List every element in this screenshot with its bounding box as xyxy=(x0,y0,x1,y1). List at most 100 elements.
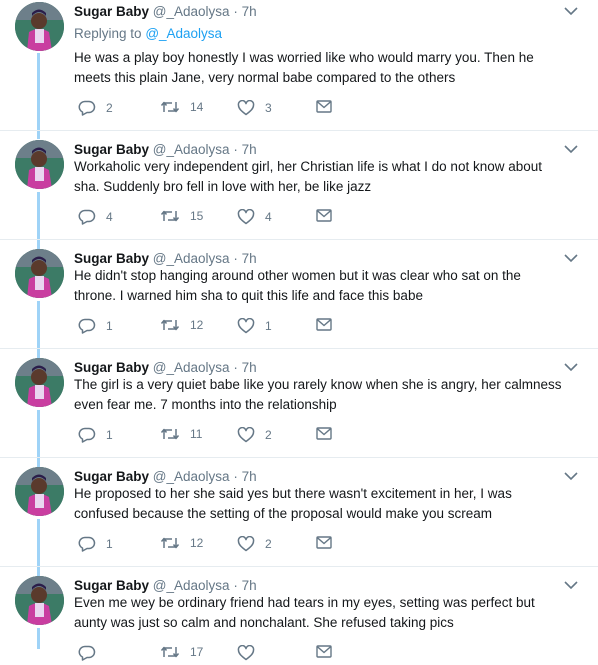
tweet-actions: 1 12 1 xyxy=(74,318,374,338)
chevron-down-icon[interactable] xyxy=(564,253,578,263)
like-icon xyxy=(237,645,255,661)
retweet-button[interactable]: 11 xyxy=(160,427,202,441)
timestamp[interactable]: 7h xyxy=(242,142,257,157)
retweet-icon xyxy=(160,210,180,222)
like-icon xyxy=(237,100,255,116)
like-button[interactable]: 1 xyxy=(237,318,272,334)
dm-button[interactable] xyxy=(316,318,332,331)
retweet-button[interactable]: 12 xyxy=(160,536,203,550)
tweet-divider xyxy=(0,130,598,131)
reply-count: 2 xyxy=(106,101,113,115)
tweet-divider xyxy=(0,457,598,458)
reply-count: 1 xyxy=(106,319,113,333)
tweet-text-line: aunty was just so calm and nonchalant. S… xyxy=(74,615,454,630)
chevron-down-icon[interactable] xyxy=(564,144,578,154)
tweet-text: He was a play boy honestly I was worried… xyxy=(74,48,574,88)
reply-count: 4 xyxy=(106,210,113,224)
display-name[interactable]: Sugar Baby xyxy=(74,578,149,593)
like-button[interactable]: 3 xyxy=(237,100,272,116)
replying-to-handle[interactable]: @_Adaolysa xyxy=(145,26,222,41)
reply-button[interactable]: 1 xyxy=(78,318,113,334)
reply-button[interactable]: 4 xyxy=(78,209,113,225)
username[interactable]: @_Adaolysa xyxy=(153,469,230,484)
avatar[interactable] xyxy=(15,249,64,298)
tweet-text: Even me wey be ordinary friend had tears… xyxy=(74,593,574,633)
dm-button[interactable] xyxy=(316,536,332,549)
username[interactable]: @_Adaolysa xyxy=(153,142,230,157)
reply-count: 1 xyxy=(106,537,113,551)
timestamp[interactable]: 7h xyxy=(242,251,257,266)
tweet-text: Workaholic very independent girl, her Ch… xyxy=(74,157,574,197)
retweet-button[interactable]: 12 xyxy=(160,318,203,332)
display-name[interactable]: Sugar Baby xyxy=(74,142,149,157)
tweet-actions: 4 15 4 xyxy=(74,209,374,229)
like-button[interactable]: 2 xyxy=(237,427,272,443)
dm-button[interactable] xyxy=(316,645,332,658)
reply-icon xyxy=(78,209,96,225)
avatar[interactable] xyxy=(15,467,64,516)
tweet[interactable]: Sugar Baby @_Adaolysa · 7h He proposed t… xyxy=(0,467,598,567)
username[interactable]: @_Adaolysa xyxy=(153,360,230,375)
reply-button[interactable]: 1 xyxy=(78,536,113,552)
tweet[interactable]: Sugar Baby @_Adaolysa · 7h Workaholic ve… xyxy=(0,140,598,240)
like-button[interactable]: 4 xyxy=(237,209,272,225)
like-button[interactable]: 2 xyxy=(237,536,272,552)
retweet-icon xyxy=(160,537,180,549)
tweet-divider xyxy=(0,348,598,349)
avatar[interactable] xyxy=(15,140,64,189)
username[interactable]: @_Adaolysa xyxy=(153,4,230,19)
username[interactable]: @_Adaolysa xyxy=(153,251,230,266)
retweet-button[interactable]: 14 xyxy=(160,100,203,114)
timestamp[interactable]: 7h xyxy=(242,360,257,375)
reply-button[interactable] xyxy=(78,645,106,661)
like-button[interactable] xyxy=(237,645,265,661)
retweet-count: 11 xyxy=(190,427,203,441)
avatar[interactable] xyxy=(15,2,64,51)
tweet-text-line: throne. I warned him sha to quit this li… xyxy=(74,288,423,303)
tweet-actions: 17 xyxy=(74,645,374,665)
tweet-text: The girl is a very quiet babe like you r… xyxy=(74,375,574,415)
tweet-header: Sugar Baby @_Adaolysa · 7h xyxy=(74,578,257,594)
display-name[interactable]: Sugar Baby xyxy=(74,469,149,484)
retweet-button[interactable]: 17 xyxy=(160,645,203,659)
dm-icon xyxy=(316,318,332,331)
dm-icon xyxy=(316,427,332,440)
tweet[interactable]: Sugar Baby @_Adaolysa · 7h The girl is a… xyxy=(0,358,598,458)
separator-dot: · xyxy=(233,469,238,484)
tweet-text-line: The girl is a very quiet babe like you r… xyxy=(74,377,562,392)
tweet[interactable]: Sugar Baby @_Adaolysa · 7h He didn't sto… xyxy=(0,249,598,349)
display-name[interactable]: Sugar Baby xyxy=(74,251,149,266)
reply-icon xyxy=(78,100,96,116)
chevron-down-icon[interactable] xyxy=(564,471,578,481)
replying-to-label: Replying to xyxy=(74,26,142,41)
timestamp[interactable]: 7h xyxy=(242,578,257,593)
chevron-down-icon[interactable] xyxy=(564,6,578,16)
tweet-divider xyxy=(0,566,598,567)
avatar[interactable] xyxy=(15,576,64,625)
dm-button[interactable] xyxy=(316,100,332,113)
separator-dot: · xyxy=(233,4,238,19)
display-name[interactable]: Sugar Baby xyxy=(74,360,149,375)
dm-button[interactable] xyxy=(316,209,332,222)
display-name[interactable]: Sugar Baby xyxy=(74,4,149,19)
timestamp[interactable]: 7h xyxy=(242,4,257,19)
dm-icon xyxy=(316,100,332,113)
username[interactable]: @_Adaolysa xyxy=(153,578,230,593)
like-icon xyxy=(237,209,255,225)
timestamp[interactable]: 7h xyxy=(242,469,257,484)
dm-button[interactable] xyxy=(316,427,332,440)
avatar[interactable] xyxy=(15,358,64,407)
tweet-text-line: Workaholic very independent girl, her Ch… xyxy=(74,159,542,174)
reply-button[interactable]: 1 xyxy=(78,427,113,443)
reply-icon xyxy=(78,645,96,661)
tweet[interactable]: Sugar Baby @_Adaolysa · 7h Even me wey b… xyxy=(0,576,598,661)
retweet-icon xyxy=(160,428,180,440)
reply-button[interactable]: 2 xyxy=(78,100,113,116)
retweet-button[interactable]: 15 xyxy=(160,209,203,223)
tweet-text-line: confused because the setting of the prop… xyxy=(74,506,492,521)
retweet-count: 12 xyxy=(190,318,204,332)
like-count: 2 xyxy=(265,428,272,442)
chevron-down-icon[interactable] xyxy=(564,580,578,590)
chevron-down-icon[interactable] xyxy=(564,362,578,372)
tweet[interactable]: Sugar Baby @_Adaolysa · 7h Replying to @… xyxy=(0,2,598,131)
